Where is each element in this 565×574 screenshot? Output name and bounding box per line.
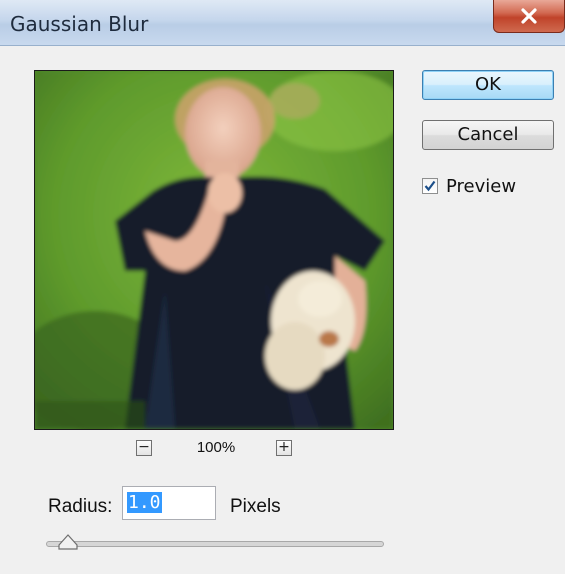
zoom-level: 100% — [196, 439, 236, 456]
zoom-in-button[interactable]: + — [276, 440, 292, 456]
plus-icon: + — [278, 439, 290, 455]
close-button[interactable] — [493, 0, 565, 33]
radius-input[interactable]: 1.0 — [122, 486, 216, 520]
close-icon — [521, 8, 537, 24]
radius-value: 1.0 — [127, 492, 162, 513]
window-title: Gaussian Blur — [10, 12, 149, 36]
checkmark-icon — [424, 180, 436, 192]
zoom-out-button[interactable]: − — [136, 440, 152, 456]
radius-unit-label: Pixels — [230, 496, 281, 517]
radius-slider-track[interactable] — [46, 541, 384, 547]
zoom-controls: − 100% + — [34, 438, 394, 462]
preview-photo — [35, 71, 393, 429]
dialog-body: − 100% + Radius: 1.0 Pixels OK Cancel Pr… — [0, 46, 565, 574]
slider-thumb-icon[interactable] — [57, 533, 79, 551]
preview-checkbox[interactable] — [422, 178, 438, 194]
gaussian-blur-dialog: Gaussian Blur − 100% + Radius: 1.0 Pixel… — [0, 0, 565, 574]
radius-label: Radius: — [48, 496, 113, 517]
preview-label[interactable]: Preview — [446, 176, 516, 197]
ok-button[interactable]: OK — [422, 70, 554, 100]
minus-icon: − — [138, 439, 150, 455]
preview-image[interactable] — [34, 70, 394, 430]
cancel-button[interactable]: Cancel — [422, 120, 554, 150]
title-bar[interactable]: Gaussian Blur — [0, 0, 565, 46]
